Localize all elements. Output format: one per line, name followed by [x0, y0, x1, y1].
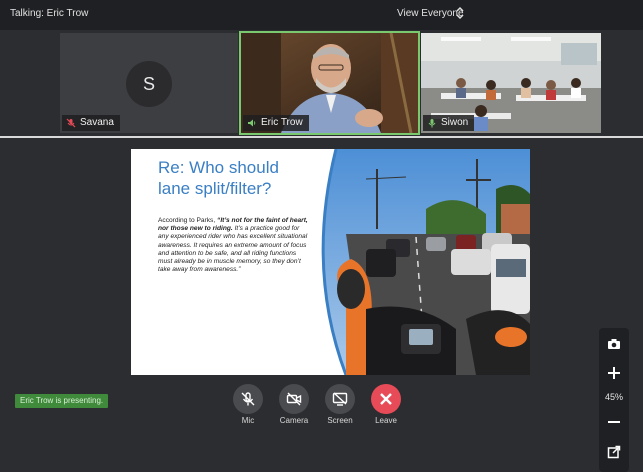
video-off-icon — [286, 392, 302, 406]
mic-button-label: Mic — [241, 416, 255, 425]
zoom-in-button[interactable] — [604, 363, 624, 383]
screen-share-off-icon — [332, 392, 348, 406]
talking-indicator: Talking: Eric Trow — [10, 8, 89, 19]
camera-button-label: Camera — [279, 416, 309, 425]
avatar: S — [126, 61, 172, 107]
video-tile-savana[interactable]: S Savana — [60, 33, 238, 133]
slide-title: Re: Who should lane split/filter? — [158, 158, 279, 198]
screen-share-button-label: Screen — [327, 416, 353, 425]
minus-icon — [608, 421, 620, 423]
shared-slide: Re: Who should lane split/filter? Accord… — [131, 149, 530, 375]
zoom-level: 45% — [604, 392, 623, 402]
participant-name: Siwon — [441, 117, 469, 128]
stage-side-controls: 45% — [599, 328, 629, 472]
participant-name-tag: Eric Trow — [243, 115, 309, 131]
pop-out-button[interactable] — [604, 442, 624, 462]
video-tile-siwon[interactable]: Siwon — [421, 33, 601, 133]
mic-off-icon — [241, 392, 255, 406]
zoom-out-button[interactable] — [604, 412, 624, 432]
leave-button[interactable]: Leave — [369, 384, 403, 425]
chevron-updown-icon — [456, 6, 464, 20]
presenting-status-badge: Eric Trow is presenting. — [15, 394, 109, 408]
screen-share-button[interactable]: Screen — [323, 384, 357, 425]
camera-icon — [608, 339, 620, 349]
mic-button[interactable]: Mic — [231, 384, 265, 425]
pop-out-icon — [607, 445, 621, 459]
top-bar: Talking: Eric Trow View Everyone — [0, 0, 643, 30]
leave-button-label: Leave — [375, 416, 397, 425]
speaker-active-icon — [248, 119, 256, 127]
mic-on-icon — [428, 119, 436, 128]
slide-body-intro: According to Parks, — [158, 217, 218, 224]
participant-name: Savana — [80, 117, 114, 128]
snapshot-button[interactable] — [604, 334, 624, 354]
mic-button-circle — [233, 384, 263, 414]
mic-muted-icon — [66, 118, 76, 128]
participant-name: Eric Trow — [261, 117, 303, 128]
camera-button-circle — [279, 384, 309, 414]
screen-share-button-circle — [325, 384, 355, 414]
participant-video-strip: S Savana Eric Trow Siwon — [0, 30, 643, 136]
view-mode-label: View Everyone — [397, 8, 464, 19]
participant-name-tag: Savana — [62, 115, 120, 131]
camera-button[interactable]: Camera — [277, 384, 311, 425]
video-tile-eric-trow[interactable]: Eric Trow — [239, 31, 420, 135]
motorcycle-photo — [321, 149, 530, 375]
close-icon — [380, 393, 392, 405]
leave-button-circle — [371, 384, 401, 414]
slide-body-quote: It’s a practice good for any experienced… — [158, 225, 308, 274]
presentation-stage: Re: Who should lane split/filter? Accord… — [0, 138, 643, 472]
participant-name-tag: Siwon — [423, 115, 475, 131]
plus-icon — [608, 367, 620, 379]
view-mode-selector[interactable]: View Everyone — [397, 6, 464, 20]
slide-body: According to Parks, “It’s not for the fa… — [158, 217, 310, 274]
